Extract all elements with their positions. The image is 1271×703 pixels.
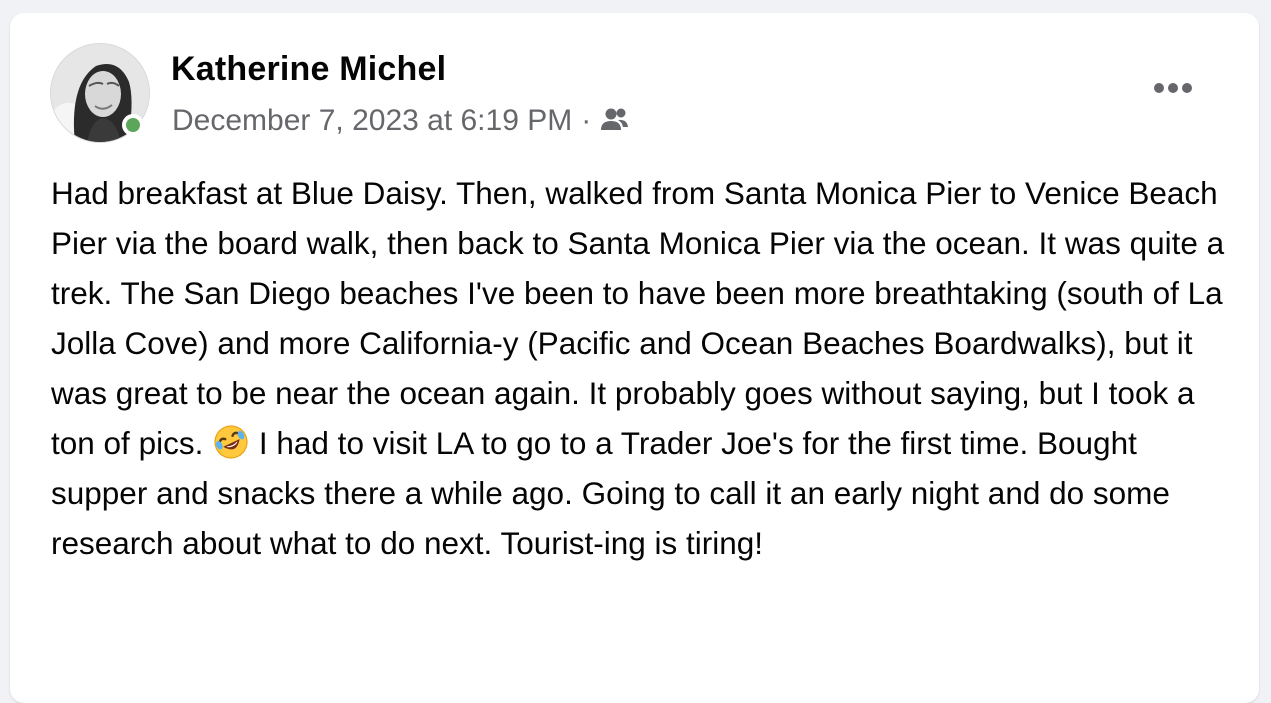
online-status-dot — [122, 114, 144, 136]
post-meta: December 7, 2023 at 6:19 PM · — [172, 101, 631, 141]
more-options-button[interactable] — [1145, 68, 1201, 108]
post-card: Katherine Michel December 7, 2023 at 6:1… — [10, 13, 1259, 703]
post-timestamp[interactable]: December 7, 2023 at 6:19 PM — [172, 104, 572, 138]
post-body-text-1: Had breakfast at Blue Daisy. Then, walke… — [51, 175, 1225, 461]
meta-separator: · — [581, 104, 592, 137]
author-name[interactable]: Katherine Michel — [171, 50, 446, 89]
author-avatar-container[interactable] — [50, 43, 150, 143]
post-body: Had breakfast at Blue Daisy. Then, walke… — [51, 168, 1241, 568]
rolling-on-the-floor-laughing-emoji-icon — [212, 423, 250, 461]
friends-icon[interactable] — [599, 106, 631, 134]
more-options-icon — [1154, 83, 1192, 93]
